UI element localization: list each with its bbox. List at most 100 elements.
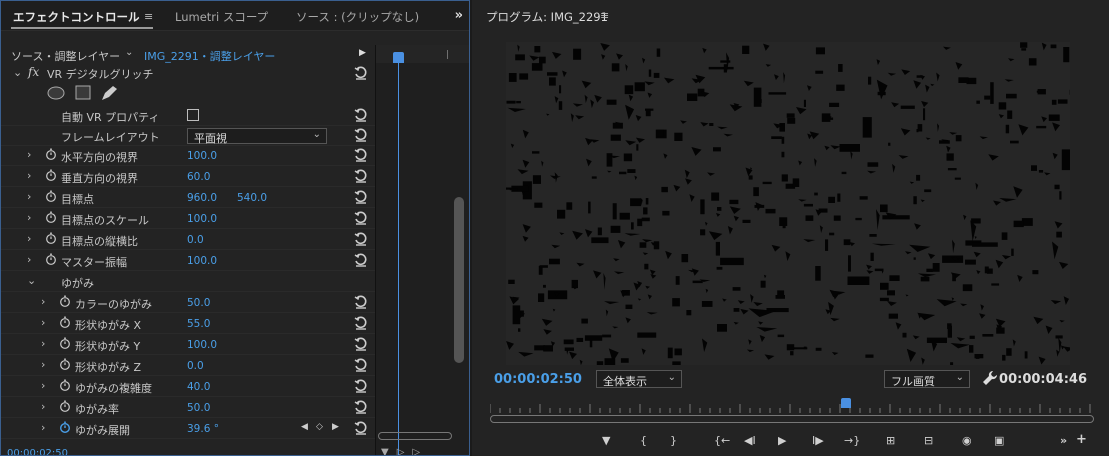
reset-icon[interactable] — [353, 252, 369, 268]
program-title[interactable]: プログラム: IMG_2291 — [486, 9, 608, 25]
reset-icon[interactable] — [353, 65, 369, 81]
clip-name[interactable]: IMG_2291・調整レイヤー — [144, 48, 275, 64]
timeline-ruler[interactable] — [376, 45, 469, 63]
param-value[interactable]: 40.0 — [187, 381, 210, 393]
reset-icon[interactable] — [353, 189, 369, 205]
chevron-right-icon[interactable]: › — [27, 148, 31, 161]
reset-icon[interactable] — [353, 168, 369, 184]
current-timecode[interactable]: 00:00:02:50 — [494, 372, 582, 387]
param-value[interactable]: 100.0 — [187, 213, 217, 225]
param-value[interactable]: 50.0 — [187, 297, 210, 309]
param-value[interactable]: 55.0 — [187, 318, 210, 330]
chevron-right-icon[interactable]: › — [27, 190, 31, 203]
stopwatch-icon[interactable] — [59, 337, 71, 349]
video-frame[interactable] — [506, 42, 1070, 365]
stopwatch-icon[interactable] — [45, 169, 57, 181]
frame-layout-select[interactable]: 平面視 ⌄ — [187, 128, 327, 145]
stopwatch-icon[interactable] — [59, 379, 71, 391]
wrench-icon[interactable] — [982, 370, 998, 386]
reset-icon[interactable] — [353, 210, 369, 226]
reset-icon[interactable] — [353, 107, 369, 123]
chevron-right-icon[interactable]: › — [27, 169, 31, 182]
step-forward-icon[interactable]: I▶ — [812, 434, 824, 450]
chevron-right-icon[interactable]: › — [41, 316, 45, 329]
stopwatch-icon[interactable] — [45, 148, 57, 160]
step-back-icon[interactable]: ◀I — [744, 434, 756, 450]
stopwatch-icon[interactable] — [59, 421, 71, 433]
chevron-right-icon[interactable]: › — [41, 358, 45, 371]
stopwatch-icon[interactable] — [45, 232, 57, 244]
reset-icon[interactable] — [353, 378, 369, 394]
chevron-right-icon[interactable]: › — [27, 211, 31, 224]
param-value[interactable]: 0.0 — [187, 360, 204, 372]
reset-icon[interactable] — [353, 231, 369, 247]
compare-icon[interactable]: ▣ — [994, 434, 1004, 450]
zoom-scrollbar[interactable] — [490, 415, 1094, 423]
playhead-handle[interactable] — [841, 398, 852, 408]
panel-menu-icon[interactable]: ≡ — [144, 10, 153, 23]
reset-icon[interactable] — [353, 294, 369, 310]
reset-icon[interactable] — [353, 147, 369, 163]
tab-source[interactable]: ソース : (クリップなし) — [296, 9, 419, 25]
chevron-down-icon[interactable]: ⌄ — [27, 274, 36, 287]
chevron-right-icon[interactable]: › — [41, 421, 45, 434]
reset-icon[interactable] — [353, 357, 369, 373]
param-value-2[interactable]: 540.0 — [237, 192, 267, 204]
more-icon[interactable]: » — [1060, 434, 1067, 450]
tab-effect-controls[interactable]: エフェクトコントロール — [13, 9, 140, 25]
reset-icon[interactable] — [353, 315, 369, 331]
param-value[interactable]: 100.0 — [187, 150, 217, 162]
mark-in-icon[interactable]: { — [640, 434, 647, 450]
stopwatch-icon[interactable] — [45, 190, 57, 202]
mark-out-icon[interactable]: } — [670, 434, 677, 450]
timecode[interactable]: 00:00:02:50 — [7, 448, 68, 455]
time-ruler[interactable] — [490, 402, 1094, 414]
go-to-in-icon[interactable]: {← — [714, 434, 730, 450]
zoom-select[interactable]: 全体表示 ⌄ — [596, 370, 682, 388]
stopwatch-icon[interactable] — [59, 358, 71, 370]
reset-icon[interactable] — [353, 420, 369, 436]
extract-icon[interactable]: ⊟ — [924, 434, 933, 450]
pen-mask-icon[interactable] — [102, 86, 117, 100]
param-value[interactable]: 50.0 — [187, 402, 210, 414]
param-value[interactable]: 960.0 — [187, 192, 217, 204]
chevron-right-icon[interactable]: › — [41, 295, 45, 308]
timeline-zoom-scrollbar[interactable] — [378, 432, 452, 440]
playhead-handle[interactable] — [393, 52, 404, 63]
chevron-down-icon[interactable]: ⌄ — [125, 47, 133, 58]
play-icon[interactable]: ▶ — [359, 48, 366, 58]
stopwatch-icon[interactable] — [45, 211, 57, 223]
reset-icon[interactable] — [353, 127, 369, 143]
chevron-right-icon[interactable]: › — [41, 379, 45, 392]
chevron-down-icon[interactable]: ⌄ — [13, 66, 22, 79]
lift-icon[interactable]: ⊞ — [886, 434, 895, 450]
reset-icon[interactable] — [353, 336, 369, 352]
vertical-scrollbar[interactable] — [454, 197, 464, 363]
chevron-right-icon[interactable]: › — [41, 400, 45, 413]
param-value[interactable]: 100.0 — [187, 255, 217, 267]
chevron-right-icon[interactable]: › — [27, 253, 31, 266]
export-frame-icon[interactable]: ◉ — [962, 434, 972, 450]
go-to-out-icon[interactable]: →} — [844, 434, 860, 450]
param-value[interactable]: 0.0 — [187, 234, 204, 246]
param-value[interactable]: 100.0 — [187, 339, 217, 351]
chevron-right-icon[interactable]: › — [27, 232, 31, 245]
stopwatch-icon[interactable] — [59, 400, 71, 412]
add-keyframe-icon[interactable]: ◇ — [316, 422, 323, 432]
tab-lumetri-scopes[interactable]: Lumetri スコープ — [175, 9, 268, 25]
rectangle-mask-icon[interactable] — [75, 85, 91, 100]
ellipse-mask-icon[interactable] — [47, 86, 65, 100]
fx-icon[interactable]: fx — [28, 65, 39, 79]
effect-header[interactable]: ⌄ fx VR デジタルグリッチ — [1, 63, 375, 84]
reset-icon[interactable] — [353, 399, 369, 415]
stopwatch-icon[interactable] — [45, 253, 57, 265]
auto-vr-checkbox[interactable] — [187, 109, 199, 121]
play-icon[interactable]: ▶ — [778, 434, 786, 450]
tab-overflow-icon[interactable]: » — [455, 8, 463, 23]
marker-icon[interactable]: ▼ — [602, 434, 610, 450]
stopwatch-icon[interactable] — [59, 295, 71, 307]
add-button-icon[interactable]: + — [1076, 432, 1087, 448]
prev-keyframe-icon[interactable]: ◀ — [301, 422, 308, 432]
chevron-right-icon[interactable]: › — [41, 337, 45, 350]
next-keyframe-icon[interactable]: ▶ — [332, 422, 339, 432]
